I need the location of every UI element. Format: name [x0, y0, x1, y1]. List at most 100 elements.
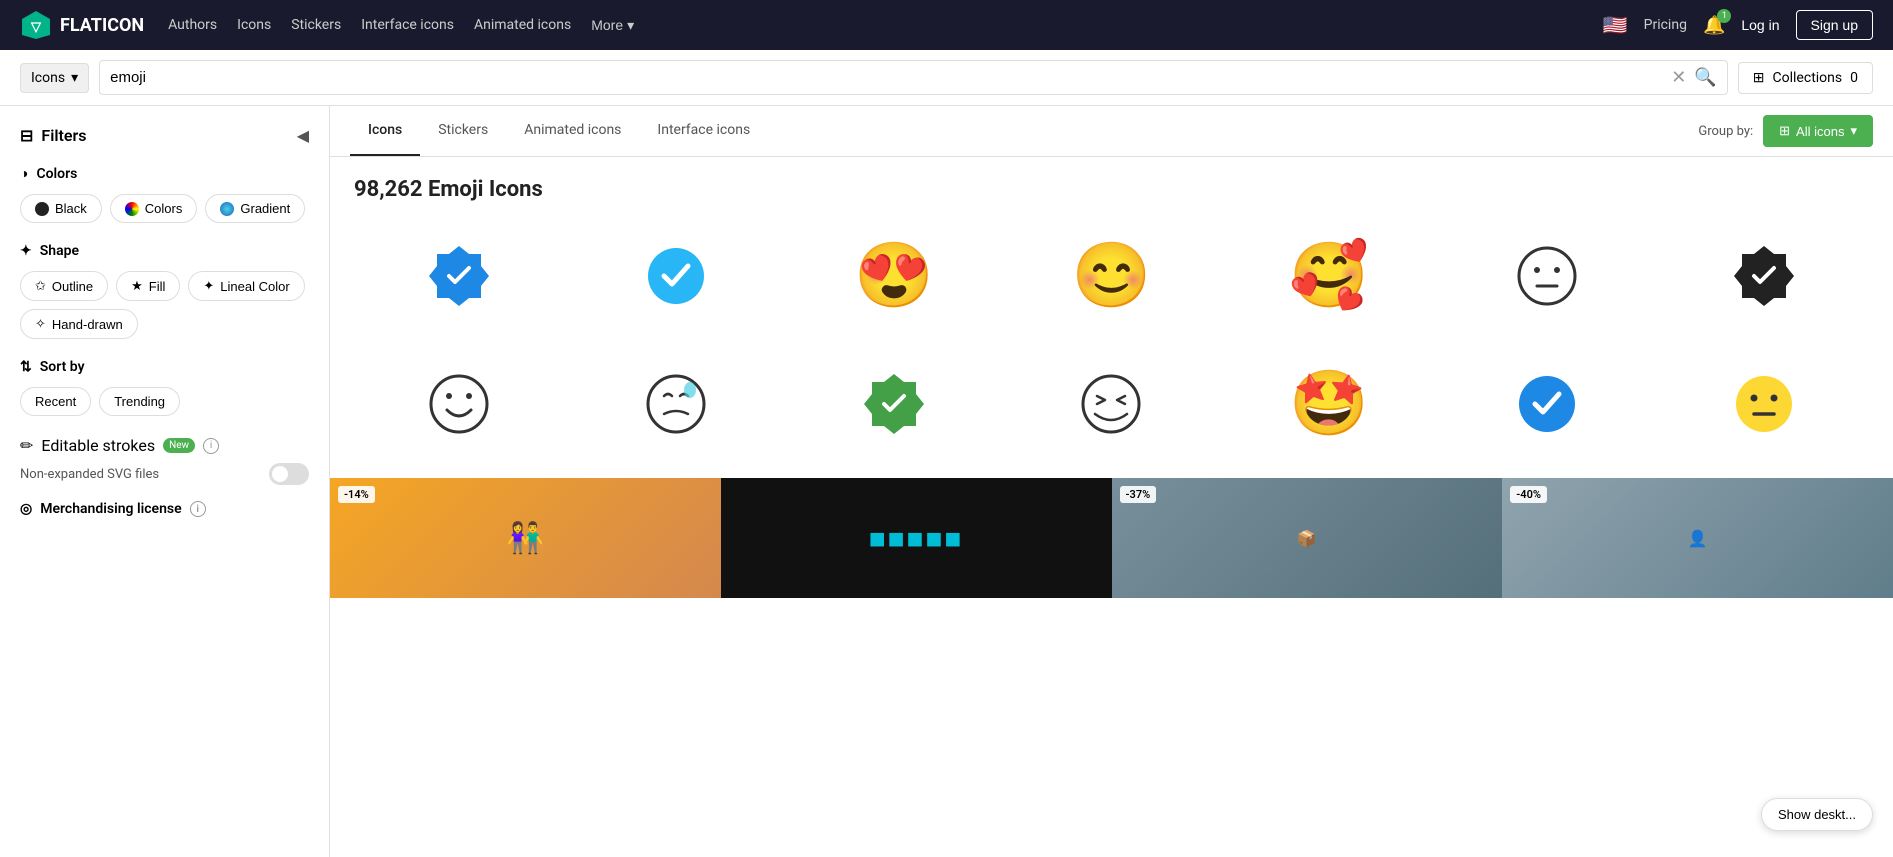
ad-item[interactable]: 👤 -40%	[1502, 478, 1893, 598]
gradient-filter-chip[interactable]: Gradient	[205, 194, 305, 223]
list-item[interactable]	[1655, 222, 1873, 330]
ad-badge: -14%	[338, 486, 375, 503]
verified-blue-badge-icon	[425, 242, 493, 310]
sidebar: ⊟ Filters ◀ ◑ Colors Black Colors	[0, 106, 330, 857]
collections-label: Collections	[1773, 70, 1843, 86]
bell-button[interactable]: 🔔 1	[1703, 15, 1725, 36]
black-dot-icon	[35, 202, 49, 216]
trending-chip[interactable]: Trending	[99, 387, 180, 416]
page-title: 98,262 Emoji Icons	[330, 157, 1893, 212]
search-type-label: Icons	[31, 70, 65, 86]
non-expanded-label: Non-expanded SVG files	[20, 467, 159, 482]
nav-icons[interactable]: Icons	[237, 17, 271, 33]
ads-section: 👫 -14% ■■■■■ 📦 -37% 👤 -40%	[330, 478, 1893, 598]
tired-laugh-icon	[1077, 370, 1145, 438]
list-item[interactable]: 🥰	[1220, 222, 1438, 330]
chevron-down-icon: ▾	[627, 17, 634, 34]
show-desktop-button[interactable]: Show deskt...	[1761, 798, 1873, 831]
ad-item[interactable]: 👫 -14%	[330, 478, 721, 598]
tab-animated-icons[interactable]: Animated icons	[506, 106, 639, 156]
colors-section-title: ◑ Colors	[20, 165, 309, 182]
sort-options: Recent Trending	[20, 387, 309, 416]
search-type-selector[interactable]: Icons ▾	[20, 63, 89, 93]
list-item[interactable]	[568, 350, 786, 458]
logo-text: FLATICON	[60, 15, 144, 36]
search-input-wrap: ✕ 🔍	[99, 60, 1728, 95]
content-tabs: Icons Stickers Animated icons Interface …	[330, 106, 1893, 157]
colors-options: Black Colors Gradient	[20, 194, 309, 223]
nav-interface-icons[interactable]: Interface icons	[361, 17, 454, 33]
fill-icon: ★	[131, 278, 143, 294]
signup-button[interactable]: Sign up	[1796, 10, 1873, 40]
colors-dot-icon	[125, 202, 139, 216]
list-item[interactable]	[350, 350, 568, 458]
list-item[interactable]: 😊	[1003, 222, 1221, 330]
fill-chip[interactable]: ★ Fill	[116, 271, 180, 301]
list-item[interactable]: 😍	[785, 222, 1003, 330]
navbar: ▽ FLATICON Authors Icons Stickers Interf…	[0, 0, 1893, 50]
logo[interactable]: ▽ FLATICON	[20, 9, 144, 41]
sort-section-title: ⇅ Sort by	[20, 359, 309, 375]
tab-icons[interactable]: Icons	[350, 106, 420, 156]
list-item[interactable]	[1438, 350, 1656, 458]
smile-icon: 😊	[1072, 244, 1152, 308]
editable-label: Editable strokes	[41, 436, 155, 455]
colors-filter-chip[interactable]: Colors	[110, 194, 198, 223]
clear-icon[interactable]: ✕	[1671, 67, 1686, 88]
sick-sweat-icon	[642, 370, 710, 438]
search-input[interactable]	[110, 61, 1671, 94]
merchandising-icon: ◎	[20, 501, 32, 517]
all-icons-button[interactable]: ⊞ All icons ▾	[1763, 115, 1873, 147]
login-button[interactable]: Log in	[1741, 17, 1779, 33]
filters-icon: ⊟	[20, 126, 33, 145]
black-filter-chip[interactable]: Black	[20, 194, 102, 223]
nav-authors[interactable]: Authors	[168, 17, 217, 33]
all-icons-icon: ⊞	[1779, 123, 1790, 139]
colors-section: ◑ Colors Black Colors Gradient	[20, 165, 309, 223]
shape-section: ✦ Shape ✩ Outline ★ Fill ✦ Lineal Color …	[20, 243, 309, 339]
list-item[interactable]	[1003, 350, 1221, 458]
icons-grid-row1: 😍 😊 🥰	[330, 212, 1893, 340]
nav-stickers[interactable]: Stickers	[291, 17, 341, 33]
content-main: Icons Stickers Animated icons Interface …	[330, 106, 1893, 857]
list-item[interactable]	[1438, 222, 1656, 330]
merchandising-info-icon[interactable]: i	[190, 501, 206, 517]
ad-badge: -37%	[1120, 486, 1157, 503]
pricing-link[interactable]: Pricing	[1644, 17, 1687, 33]
list-item[interactable]: 🤩	[1220, 350, 1438, 458]
tab-interface-icons[interactable]: Interface icons	[639, 106, 768, 156]
list-item[interactable]	[785, 350, 1003, 458]
info-icon[interactable]: i	[203, 438, 219, 454]
collections-button[interactable]: ⊞ Collections 0	[1738, 62, 1873, 94]
collections-count: 0	[1850, 70, 1858, 86]
main-layout: ⊟ Filters ◀ ◑ Colors Black Colors	[0, 106, 1893, 857]
smiling-hearts-icon: 🥰	[1289, 244, 1369, 308]
flag-icon[interactable]: 🇺🇸	[1603, 13, 1628, 37]
ad-item[interactable]: 📦 -37%	[1112, 478, 1503, 598]
colors-icon: ◑	[20, 165, 28, 182]
tab-stickers[interactable]: Stickers	[420, 106, 506, 156]
navbar-links: Authors Icons Stickers Interface icons A…	[168, 17, 1579, 34]
merchandising-title: ◎ Merchandising license i	[20, 501, 309, 517]
sidebar-close-icon[interactable]: ◀	[297, 126, 309, 145]
nav-animated-icons[interactable]: Animated icons	[474, 17, 571, 33]
hand-drawn-icon: ✧	[35, 316, 46, 332]
list-item[interactable]	[568, 222, 786, 330]
new-badge: New	[163, 438, 195, 453]
bell-badge: 1	[1717, 9, 1731, 23]
verified-green-icon	[860, 370, 928, 438]
sidebar-header: ⊟ Filters ◀	[20, 126, 309, 145]
outline-chip[interactable]: ✩ Outline	[20, 271, 108, 301]
hand-drawn-chip[interactable]: ✧ Hand-drawn	[20, 309, 138, 339]
list-item[interactable]	[350, 222, 568, 330]
list-item[interactable]	[1655, 350, 1873, 458]
lineal-color-chip[interactable]: ✦ Lineal Color	[188, 271, 304, 301]
editable-header: ✏ Editable strokes New i	[20, 436, 309, 455]
tabs-left: Icons Stickers Animated icons Interface …	[350, 106, 768, 156]
ad-item[interactable]: ■■■■■	[721, 478, 1112, 598]
search-icon[interactable]: 🔍	[1694, 67, 1716, 88]
non-expanded-toggle[interactable]	[269, 463, 309, 485]
nav-more-button[interactable]: More ▾	[591, 17, 634, 34]
recent-chip[interactable]: Recent	[20, 387, 91, 416]
sort-section: ⇅ Sort by Recent Trending	[20, 359, 309, 416]
